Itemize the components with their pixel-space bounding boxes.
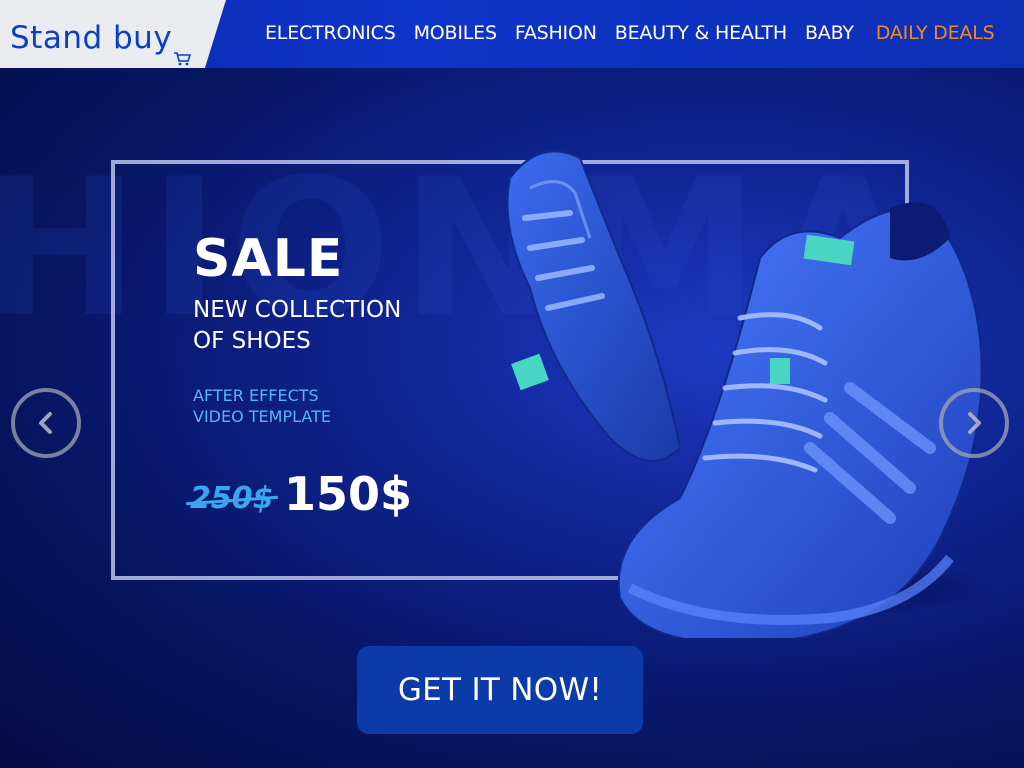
template-line-1: AFTER EFFECTS (193, 386, 319, 405)
nav-electronics[interactable]: ELECTRONICS (265, 22, 396, 44)
site-header: Stand buy ELECTRONICS MOBILES FASHION BE… (0, 0, 1024, 80)
brand-logo[interactable]: Stand buy (10, 20, 172, 56)
template-text: AFTER EFFECTS VIDEO TEMPLATE (193, 385, 331, 427)
carousel-next-button[interactable] (939, 388, 1009, 458)
carousel-prev-button[interactable] (11, 388, 81, 458)
nav-beauty-health[interactable]: BEAUTY & HEALTH (615, 22, 787, 44)
nav-fashion[interactable]: FASHION (515, 22, 597, 44)
nav-mobiles[interactable]: MOBILES (414, 22, 497, 44)
nav-daily-deals[interactable]: DAILY DEALS (876, 22, 995, 44)
old-price: 250$ (190, 481, 274, 516)
collection-text: NEW COLLECTION OF SHOES (193, 295, 401, 357)
main-nav: ELECTRONICS MOBILES FASHION BEAUTY & HEA… (256, 22, 1003, 44)
chevron-left-icon (39, 412, 52, 434)
cart-icon (174, 52, 191, 66)
shoe-image (506, 150, 1000, 638)
collection-line-2: OF SHOES (193, 328, 311, 354)
sale-headline: SALE (193, 229, 344, 289)
chevron-right-icon (968, 412, 981, 434)
new-price: 150$ (284, 467, 413, 521)
template-line-2: VIDEO TEMPLATE (193, 407, 331, 426)
hero-banner: HIONMA SALE NEW COLLECTION OF SHOES AFTE… (0, 68, 1024, 768)
get-it-now-button[interactable]: GET IT NOW! (357, 646, 643, 734)
nav-baby[interactable]: BABY (805, 22, 854, 44)
collection-line-1: NEW COLLECTION (193, 297, 402, 323)
